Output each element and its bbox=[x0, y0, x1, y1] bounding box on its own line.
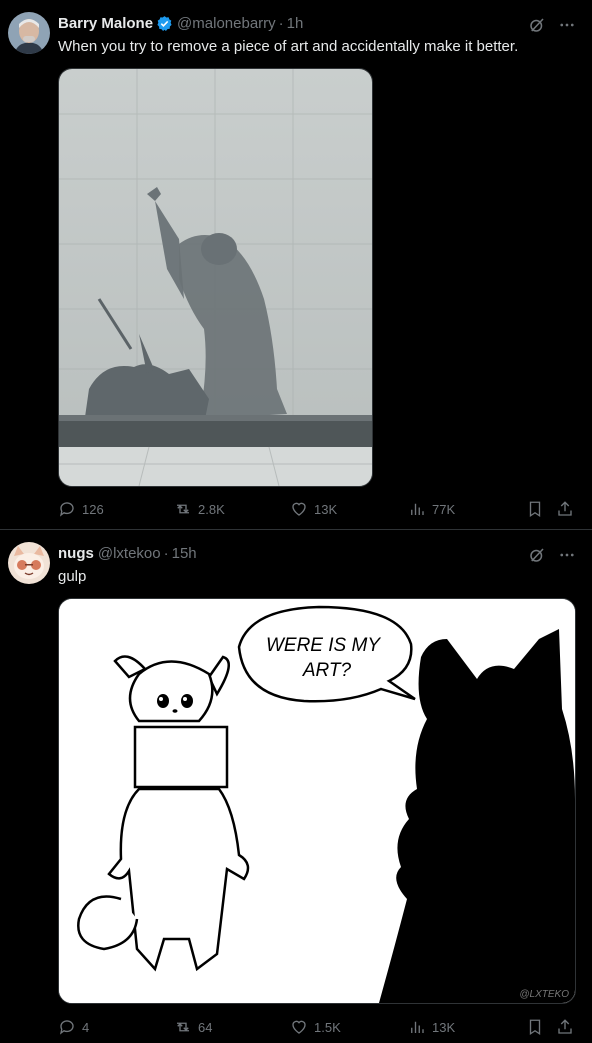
watermark: @LXTEKO bbox=[519, 989, 569, 1000]
analytics-icon bbox=[408, 1018, 426, 1036]
view-count: 77K bbox=[432, 501, 456, 517]
more-options-icon[interactable] bbox=[558, 16, 576, 34]
avatar[interactable] bbox=[8, 12, 50, 54]
bookmark-button[interactable] bbox=[526, 500, 544, 518]
separator-dot: · bbox=[163, 545, 169, 562]
bookmark-icon bbox=[526, 500, 544, 518]
comic-image: WERE IS MY ART? @LXTEKO bbox=[59, 599, 575, 1003]
view-count: 13K bbox=[432, 1019, 456, 1035]
repost-button[interactable]: 2.8K bbox=[174, 500, 225, 518]
author-handle[interactable]: @lxtekoo bbox=[98, 545, 161, 562]
repost-count: 2.8K bbox=[198, 501, 225, 517]
share-button[interactable] bbox=[556, 500, 574, 518]
speech-bubble-line1: WERE IS MY bbox=[266, 635, 381, 656]
timestamp[interactable]: 15h bbox=[172, 545, 197, 562]
repost-icon bbox=[174, 1018, 192, 1036]
tweet[interactable]: Barry Malone @malonebarry · 1h When you … bbox=[0, 0, 592, 530]
tweet[interactable]: nugs @lxtekoo · 15h gulp WERE IS MY ART? bbox=[0, 530, 592, 1043]
like-button[interactable]: 1.5K bbox=[290, 1018, 341, 1036]
tweet-illustration[interactable]: WERE IS MY ART? @LXTEKO bbox=[58, 598, 576, 1004]
reply-button[interactable]: 126 bbox=[58, 500, 104, 518]
author-name[interactable]: nugs bbox=[58, 545, 94, 562]
reply-icon bbox=[58, 1018, 76, 1036]
more-options-icon[interactable] bbox=[558, 546, 576, 564]
like-count: 13K bbox=[314, 501, 338, 517]
avatar[interactable] bbox=[8, 542, 50, 584]
heart-icon bbox=[290, 500, 308, 518]
tweet-top-actions bbox=[528, 546, 576, 564]
grok-icon[interactable] bbox=[528, 546, 546, 564]
faded-mural-image bbox=[59, 69, 372, 486]
reply-button[interactable]: 4 bbox=[58, 1018, 89, 1036]
author-name[interactable]: Barry Malone bbox=[58, 15, 153, 32]
repost-count: 64 bbox=[198, 1019, 213, 1035]
views-button[interactable]: 77K bbox=[408, 500, 455, 518]
bookmark-icon bbox=[526, 1018, 544, 1036]
share-icon bbox=[556, 1018, 574, 1036]
tweet-text: When you try to remove a piece of art an… bbox=[58, 38, 519, 55]
tweet-photo[interactable] bbox=[58, 68, 373, 487]
views-button[interactable]: 13K bbox=[408, 1018, 455, 1036]
repost-button[interactable]: 64 bbox=[174, 1018, 212, 1036]
analytics-icon bbox=[408, 500, 426, 518]
action-bar: 126 2.8K 13K 77K bbox=[58, 500, 576, 520]
tweet-header: nugs @lxtekoo · 15h bbox=[58, 545, 197, 562]
tweet-header: Barry Malone @malonebarry · 1h bbox=[58, 15, 303, 32]
like-button[interactable]: 13K bbox=[290, 500, 337, 518]
separator-dot: · bbox=[278, 15, 284, 32]
share-icon bbox=[556, 500, 574, 518]
tweet-top-actions bbox=[528, 16, 576, 34]
reply-count: 126 bbox=[82, 501, 104, 517]
action-bar: 4 64 1.5K 13K bbox=[58, 1018, 576, 1038]
share-button[interactable] bbox=[556, 1018, 574, 1036]
repost-icon bbox=[174, 500, 192, 518]
grok-icon[interactable] bbox=[528, 16, 546, 34]
reply-icon bbox=[58, 500, 76, 518]
author-handle[interactable]: @malonebarry bbox=[177, 15, 276, 32]
like-count: 1.5K bbox=[314, 1019, 341, 1035]
bookmark-button[interactable] bbox=[526, 1018, 544, 1036]
timestamp[interactable]: 1h bbox=[287, 15, 304, 32]
reply-count: 4 bbox=[82, 1019, 90, 1035]
tweet-text: gulp bbox=[58, 568, 87, 585]
heart-icon bbox=[290, 1018, 308, 1036]
verified-badge-icon bbox=[156, 15, 173, 32]
speech-bubble-line2: ART? bbox=[302, 660, 352, 681]
